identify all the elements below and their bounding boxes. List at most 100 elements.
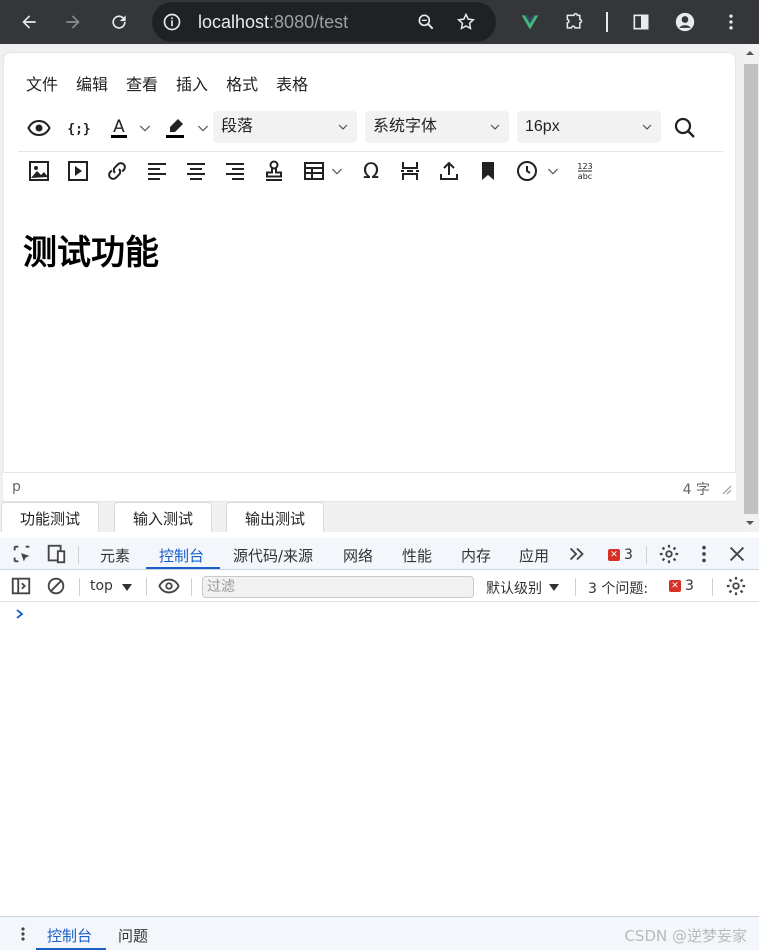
menu-table[interactable]: 表格 bbox=[276, 71, 308, 95]
tab-output-test[interactable]: 输出测试 bbox=[226, 502, 324, 532]
video-icon[interactable] bbox=[63, 156, 93, 186]
tab-function-test[interactable]: 功能测试 bbox=[1, 502, 99, 532]
toolbar-separator bbox=[146, 578, 147, 596]
error-count: 3 bbox=[624, 547, 633, 563]
clock-dropdown-chevron-icon[interactable] bbox=[544, 156, 562, 186]
svg-text:abc: abc bbox=[578, 172, 592, 181]
menu-file[interactable]: 文件 bbox=[26, 71, 58, 95]
text-color-dropdown-chevron-icon[interactable] bbox=[136, 113, 154, 143]
close-icon[interactable] bbox=[726, 543, 748, 565]
table-dropdown-chevron-icon[interactable] bbox=[328, 156, 346, 186]
console-prompt-chevron-icon[interactable] bbox=[14, 608, 26, 620]
browser-menu-icon[interactable] bbox=[718, 9, 744, 35]
text-color-icon[interactable]: A bbox=[104, 113, 134, 143]
console-settings-gear-icon[interactable] bbox=[725, 575, 747, 597]
context-dropdown-icon[interactable] bbox=[122, 582, 132, 592]
back-arrow-icon[interactable] bbox=[16, 9, 42, 35]
numbers-abc-icon[interactable]: 123 abc bbox=[570, 156, 600, 186]
drawer-tab-console[interactable]: 控制台 bbox=[47, 925, 92, 946]
sidebar-toggle-icon[interactable] bbox=[10, 575, 32, 597]
link-icon[interactable] bbox=[102, 156, 132, 186]
svg-text:A: A bbox=[113, 117, 125, 137]
tab-application[interactable]: 应用 bbox=[519, 545, 549, 566]
site-info-icon[interactable] bbox=[162, 12, 182, 32]
issues-badge[interactable]: ✕ 3 bbox=[669, 578, 694, 594]
bookmark-star-icon[interactable] bbox=[456, 12, 476, 32]
tab-separator bbox=[78, 546, 79, 564]
drawer-menu-icon[interactable] bbox=[16, 926, 30, 942]
highlight-color-icon[interactable] bbox=[160, 113, 190, 143]
align-center-icon[interactable] bbox=[181, 156, 211, 186]
address-bar[interactable]: localhost:8080/test bbox=[152, 2, 496, 42]
error-badge[interactable]: ✕ 3 bbox=[608, 547, 633, 563]
page-scrollbar[interactable] bbox=[741, 44, 759, 532]
devtools-panel: 元素 控制台 源代码/来源 网络 性能 内存 应用 ✕ 3 top 过滤 默认级… bbox=[0, 532, 759, 950]
side-panel-icon[interactable] bbox=[628, 9, 654, 35]
image-icon[interactable] bbox=[24, 156, 54, 186]
editor-statusbar: p 4 字 bbox=[3, 472, 736, 500]
tab-network[interactable]: 网络 bbox=[343, 545, 373, 566]
search-icon[interactable] bbox=[670, 113, 700, 143]
page-break-icon[interactable] bbox=[395, 156, 425, 186]
bookmark-icon[interactable] bbox=[473, 156, 503, 186]
issues-label[interactable]: 3 个问题: bbox=[588, 578, 648, 598]
tab-sources[interactable]: 源代码/来源 bbox=[233, 545, 313, 566]
settings-gear-icon[interactable] bbox=[658, 543, 680, 565]
log-level-select[interactable]: 默认级别 bbox=[486, 578, 542, 598]
menu-insert[interactable]: 插入 bbox=[176, 71, 208, 95]
tab-separator bbox=[646, 546, 647, 564]
highlight-dropdown-chevron-icon[interactable] bbox=[194, 113, 212, 143]
devtools-menu-icon[interactable] bbox=[693, 543, 715, 565]
resize-grip-icon[interactable] bbox=[720, 483, 732, 495]
scroll-down-icon[interactable] bbox=[745, 518, 755, 528]
tab-performance[interactable]: 性能 bbox=[402, 545, 432, 566]
extensions-puzzle-icon[interactable] bbox=[561, 9, 587, 35]
live-expression-eye-icon[interactable] bbox=[158, 575, 180, 597]
upload-icon[interactable] bbox=[434, 156, 464, 186]
device-toolbar-icon[interactable] bbox=[45, 543, 67, 565]
drawer-tab-issues[interactable]: 问题 bbox=[118, 925, 148, 946]
scroll-up-icon[interactable] bbox=[745, 48, 755, 58]
error-icon: ✕ bbox=[608, 549, 620, 561]
log-level-dropdown-icon[interactable] bbox=[549, 582, 559, 592]
clear-console-icon[interactable] bbox=[45, 575, 67, 597]
block-format-select[interactable]: 段落 bbox=[213, 111, 357, 143]
tab-input-test[interactable]: 输入测试 bbox=[114, 502, 212, 532]
stamp-icon[interactable] bbox=[259, 156, 289, 186]
tab-memory[interactable]: 内存 bbox=[461, 545, 491, 566]
vue-devtools-icon[interactable] bbox=[517, 9, 543, 35]
profile-avatar-icon[interactable] bbox=[672, 9, 698, 35]
omega-special-char-icon[interactable]: Ω bbox=[356, 156, 386, 186]
clock-icon[interactable] bbox=[512, 156, 542, 186]
scroll-thumb[interactable] bbox=[744, 64, 758, 514]
url-text[interactable]: localhost:8080/test bbox=[198, 12, 348, 33]
content-heading[interactable]: 测试功能 bbox=[23, 225, 159, 274]
font-size-select[interactable]: 16px bbox=[517, 111, 661, 143]
table-icon[interactable] bbox=[299, 156, 329, 186]
console-toolbar: top 过滤 默认级别 3 个问题: ✕ 3 bbox=[0, 570, 759, 602]
issues-count: 3 bbox=[685, 578, 694, 594]
tab-console[interactable]: 控制台 bbox=[159, 545, 204, 566]
devtools-tab-bar: 元素 控制台 源代码/来源 网络 性能 内存 应用 ✕ 3 bbox=[0, 538, 759, 570]
word-count[interactable]: 4 字 bbox=[683, 479, 710, 499]
code-braces-icon[interactable]: {;} bbox=[64, 113, 94, 143]
zoom-icon[interactable] bbox=[416, 12, 436, 32]
editor-toolbar-row1: {;} A 段落 系统字体 16px bbox=[18, 109, 723, 145]
align-right-icon[interactable] bbox=[220, 156, 250, 186]
context-selector[interactable]: top bbox=[90, 578, 113, 594]
reload-icon[interactable] bbox=[106, 9, 132, 35]
rich-text-editor: 文件 编辑 查看 插入 格式 表格 {;} A 段落 系统字体 16px Ω 1… bbox=[3, 52, 736, 502]
font-family-select[interactable]: 系统字体 bbox=[365, 111, 509, 143]
more-tabs-chevron-icon[interactable] bbox=[566, 543, 588, 565]
menu-edit[interactable]: 编辑 bbox=[76, 71, 108, 95]
align-left-icon[interactable] bbox=[142, 156, 172, 186]
menu-view[interactable]: 查看 bbox=[126, 71, 158, 95]
font-family-value: 系统字体 bbox=[373, 118, 438, 135]
preview-eye-icon[interactable] bbox=[24, 113, 54, 143]
element-path[interactable]: p bbox=[12, 479, 21, 495]
inspect-element-icon[interactable] bbox=[11, 543, 33, 565]
forward-arrow-icon[interactable] bbox=[60, 9, 86, 35]
filter-input[interactable]: 过滤 bbox=[202, 576, 474, 598]
menu-format[interactable]: 格式 bbox=[226, 71, 258, 95]
tab-elements[interactable]: 元素 bbox=[100, 545, 130, 566]
